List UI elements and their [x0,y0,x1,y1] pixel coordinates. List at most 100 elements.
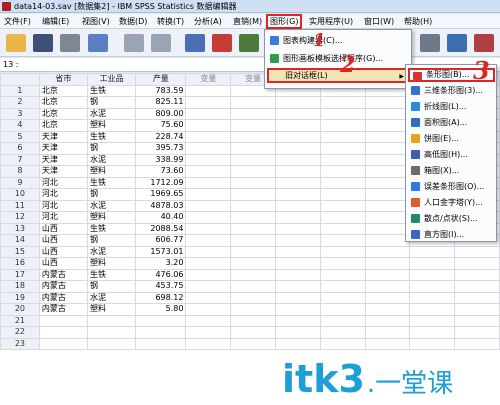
data-cell[interactable]: 河北 [38,211,89,224]
data-cell[interactable] [319,268,366,281]
menu-item-2[interactable]: 视图(V) [80,14,112,29]
data-cell[interactable] [185,268,232,281]
graph-menu-item-1[interactable]: 图形画板模板选择程序(G)... [267,51,410,66]
corner-cell[interactable] [0,73,40,86]
data-cell[interactable]: 塑料 [86,165,137,178]
data-cell[interactable]: 5.80 [135,303,187,316]
data-cell[interactable] [319,326,366,339]
row-number[interactable]: 10 [0,188,40,201]
data-cell[interactable] [319,130,366,143]
data-cell[interactable] [275,314,321,327]
data-cell[interactable] [38,314,89,327]
data-cell[interactable] [230,314,277,327]
data-cell[interactable]: 395.73 [135,142,187,155]
data-cell[interactable] [364,119,411,132]
row-number[interactable]: 17 [0,268,40,281]
row-number[interactable]: 8 [0,165,40,178]
data-cell[interactable] [185,130,232,143]
data-cell[interactable] [185,234,232,247]
data-cell[interactable] [230,303,277,316]
chart-type-item-3[interactable]: 面积图(A)... [408,116,495,130]
data-cell[interactable] [319,314,366,327]
data-cell[interactable] [185,326,232,339]
data-cell[interactable] [364,222,411,235]
data-cell[interactable] [275,337,321,350]
data-cell[interactable] [86,326,137,339]
data-cell[interactable] [409,291,456,304]
data-cell[interactable] [319,107,366,120]
data-cell[interactable]: 生铁 [86,176,137,189]
menu-item-10[interactable]: 帮助(H) [402,14,434,29]
graph-menu-item-0[interactable]: 图表构建器(C)... [267,33,410,48]
menu-item-0[interactable]: 文件(F) [2,14,33,29]
data-cell[interactable]: 塑料 [86,119,137,132]
row-number[interactable]: 22 [0,326,40,339]
data-cell[interactable] [364,268,411,281]
row-number[interactable]: 5 [0,130,40,143]
data-cell[interactable] [319,96,366,109]
data-cell[interactable]: 825.11 [135,96,187,109]
menu-item-4[interactable]: 转换(T) [155,14,186,29]
data-cell[interactable]: 钢 [86,142,137,155]
data-cell[interactable] [364,142,411,155]
data-cell[interactable] [319,337,366,350]
data-cell[interactable] [319,303,366,316]
data-cell[interactable] [275,326,321,339]
data-cell[interactable]: 453.75 [135,280,187,293]
open-folder-icon[interactable] [6,34,26,52]
data-cell[interactable]: 塑料 [86,211,137,224]
data-cell[interactable] [230,142,277,155]
data-cell[interactable]: 山西 [38,234,89,247]
data-cell[interactable]: 钢 [86,96,137,109]
row-number[interactable]: 1 [0,84,40,97]
data-cell[interactable] [409,257,456,270]
row-number[interactable]: 3 [0,107,40,120]
data-cell[interactable] [185,84,232,97]
data-cell[interactable] [86,337,137,350]
row-number[interactable]: 7 [0,153,40,166]
data-cell[interactable] [135,314,187,327]
data-cell[interactable] [185,257,232,270]
row-number[interactable]: 2 [0,96,40,109]
data-cell[interactable] [364,211,411,224]
row-number[interactable]: 11 [0,199,40,212]
menu-item-9[interactable]: 窗口(W) [362,14,396,29]
data-cell[interactable] [319,257,366,270]
data-cell[interactable] [364,303,411,316]
data-cell[interactable]: 北京 [38,107,89,120]
data-cell[interactable] [364,176,411,189]
data-cell[interactable] [185,188,232,201]
data-cell[interactable] [364,257,411,270]
data-cell[interactable] [230,280,277,293]
data-cell[interactable] [275,153,321,166]
data-cell[interactable]: 2088.54 [135,222,187,235]
row-number[interactable]: 14 [0,234,40,247]
graph-menu-item-2[interactable]: 旧对话框(L) ▶ [267,68,410,83]
row-number[interactable]: 23 [0,337,40,350]
data-cell[interactable] [409,303,456,316]
data-cell[interactable]: 山西 [38,257,89,270]
chart-type-item-4[interactable]: 饼图(E)... [408,132,495,146]
data-cell[interactable] [454,257,500,270]
data-cell[interactable]: 1573.01 [135,245,187,258]
data-cell[interactable] [275,268,321,281]
data-cell[interactable] [364,337,411,350]
value-labels-icon[interactable] [447,34,467,52]
data-cell[interactable] [275,96,321,109]
data-cell[interactable] [275,176,321,189]
data-cell[interactable] [185,303,232,316]
data-cell[interactable] [409,268,456,281]
goto-case-icon[interactable] [185,34,205,52]
row-number[interactable]: 9 [0,176,40,189]
data-cell[interactable] [319,176,366,189]
save-icon[interactable] [33,34,53,52]
data-cell[interactable] [275,222,321,235]
data-cell[interactable] [364,314,411,327]
data-cell[interactable] [454,280,500,293]
row-number[interactable]: 16 [0,257,40,270]
data-cell[interactable] [230,291,277,304]
row-number[interactable]: 19 [0,291,40,304]
data-cell[interactable]: 水泥 [86,153,137,166]
data-cell[interactable] [364,153,411,166]
data-cell[interactable] [275,234,321,247]
